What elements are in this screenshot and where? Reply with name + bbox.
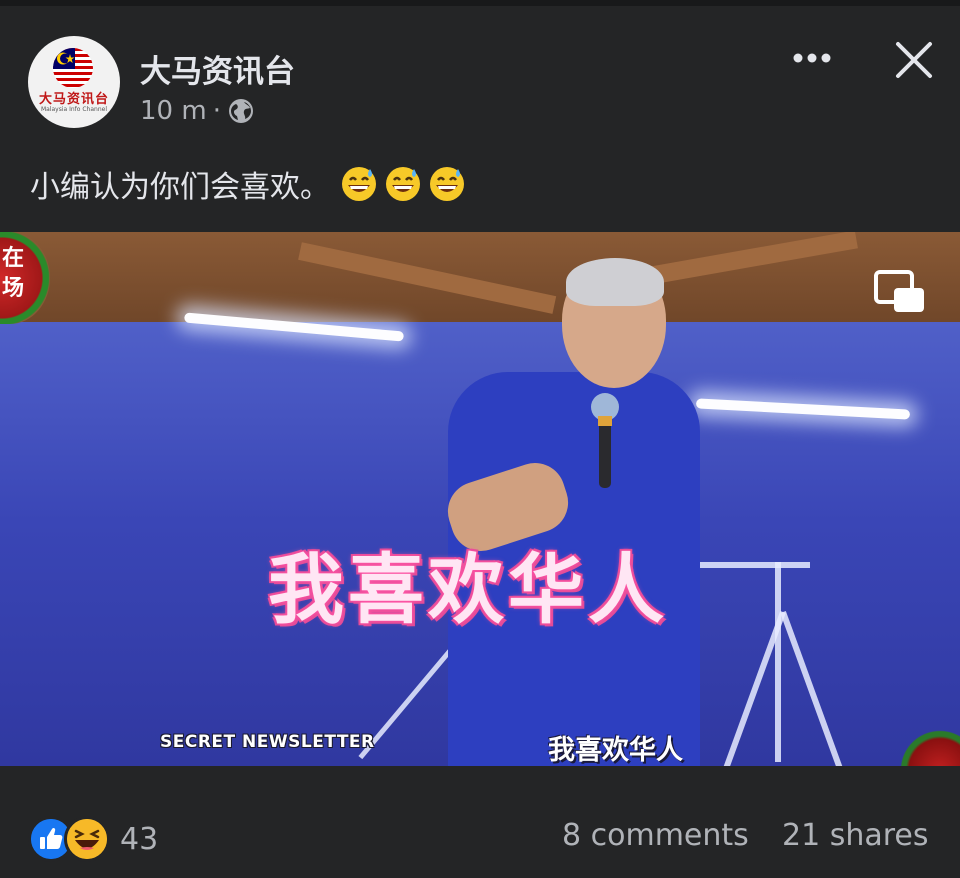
page-avatar[interactable]: 大马资讯台 Malaysia Info Channel: [28, 36, 120, 128]
picture-in-picture-button[interactable]: [872, 268, 928, 316]
caption-emojis: [340, 165, 466, 203]
reactions-summary[interactable]: 43: [28, 816, 158, 862]
speaker-hair: [566, 258, 664, 306]
picture-in-picture-icon: [874, 270, 924, 312]
page-name[interactable]: 大马资讯台: [140, 46, 295, 91]
haha-icon: [64, 816, 110, 862]
caption-text: 小编认为你们会喜欢。: [30, 170, 330, 205]
video-small-subtitle: 我喜欢华人: [548, 735, 683, 766]
comments-link[interactable]: 8 comments: [562, 818, 749, 853]
post-meta: 10 m ·: [140, 96, 255, 126]
video-player[interactable]: 在 场 我喜欢华人 SECRET NEWSLETTER 我喜欢华人: [0, 232, 960, 766]
reaction-count: 43: [120, 821, 159, 857]
grinning-sweat-emoji: [386, 167, 420, 201]
avatar-logo-text: 大马资讯台: [38, 92, 109, 107]
backdrop-scale-bar: [700, 562, 810, 568]
grinning-sweat-emoji: [342, 167, 376, 201]
shares-link[interactable]: 21 shares: [782, 818, 929, 853]
live-badge-char: 场: [2, 276, 25, 301]
more-options-button[interactable]: [788, 38, 836, 78]
globe-icon: [228, 99, 253, 123]
video-big-subtitle: 我喜欢华人: [268, 545, 668, 634]
avatar-logo-subtext: Malaysia Info Channel: [40, 106, 108, 113]
close-button[interactable]: [888, 34, 940, 86]
post-caption: 小编认为你们会喜欢。: [30, 162, 466, 206]
malaysia-flag-icon: [53, 48, 93, 88]
meta-separator: ·: [212, 96, 221, 126]
close-icon: [896, 42, 932, 78]
status-bar-strip: [0, 0, 960, 6]
microphone-icon: [591, 393, 619, 488]
backdrop-scale-pole: [775, 562, 781, 762]
video-watermark: SECRET NEWSLETTER: [160, 732, 375, 752]
live-badge-char: 在: [2, 246, 25, 271]
post-time[interactable]: 10 m: [140, 96, 207, 126]
more-dots-icon: [793, 53, 831, 63]
grinning-sweat-emoji: [430, 167, 464, 201]
